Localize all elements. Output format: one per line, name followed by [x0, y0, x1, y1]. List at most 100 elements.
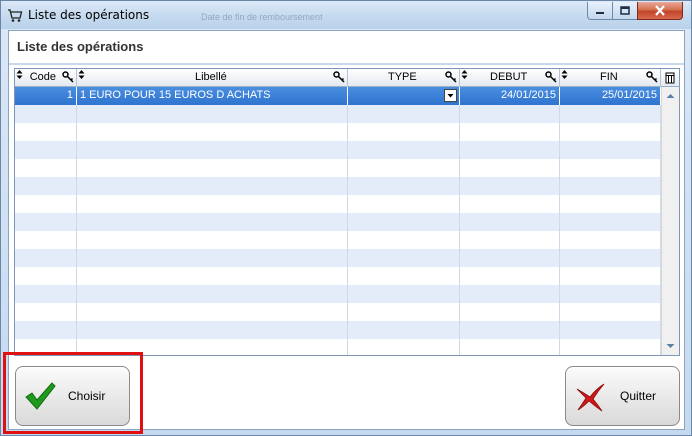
column-label-debut: DEBUT: [490, 71, 528, 83]
search-key-icon[interactable]: [545, 71, 557, 83]
type-dropdown-button[interactable]: [444, 89, 457, 102]
table-row[interactable]: [15, 141, 661, 159]
table-cell: [77, 321, 348, 339]
table-cell: [460, 339, 560, 355]
table-row[interactable]: [15, 231, 661, 249]
sort-icon[interactable]: [561, 70, 568, 79]
table-cell: [77, 249, 348, 267]
table-row[interactable]: [15, 285, 661, 303]
table-cell: [15, 303, 77, 321]
table-row[interactable]: [15, 123, 661, 141]
table-row[interactable]: [15, 159, 661, 177]
table-cell: [15, 123, 77, 141]
table-cell: [460, 321, 560, 339]
maximize-button[interactable]: [612, 2, 638, 20]
column-header-debut[interactable]: DEBUT: [460, 69, 560, 87]
table-cell: [15, 141, 77, 159]
scroll-down-icon: [666, 343, 675, 348]
dropdown-arrow-icon: [447, 94, 454, 98]
maximize-icon: [620, 5, 630, 15]
table-row[interactable]: [15, 267, 661, 285]
table-row[interactable]: 1 1 EURO POUR 15 EUROS D ACHATS 24/01/20…: [15, 87, 661, 105]
column-header-type[interactable]: TYPE: [348, 69, 460, 87]
table-row[interactable]: [15, 177, 661, 195]
column-label-code: Code: [29, 71, 56, 83]
table-cell: [15, 177, 77, 195]
table-cell: [15, 105, 77, 123]
table-cell: [560, 177, 661, 195]
page-title: Liste des opérations: [17, 39, 144, 54]
sort-icon[interactable]: [78, 70, 85, 79]
column-chooser-icon: [665, 72, 675, 84]
table-row[interactable]: [15, 105, 661, 123]
table-cell: [560, 267, 661, 285]
column-header-libelle[interactable]: Libellé: [77, 69, 348, 87]
column-chooser-button[interactable]: [661, 69, 679, 87]
table-cell: [560, 303, 661, 321]
search-key-icon[interactable]: [445, 71, 457, 83]
close-button[interactable]: [637, 2, 683, 20]
scroll-up-icon: [666, 93, 675, 98]
cart-icon: [8, 9, 23, 22]
table-cell: [348, 303, 460, 321]
type-select[interactable]: [348, 87, 460, 105]
search-key-icon[interactable]: [333, 71, 345, 83]
cell-debut: 24/01/2015: [460, 87, 560, 105]
scroll-up-button[interactable]: [662, 87, 679, 104]
background-window-text: Date de fin de remboursement: [201, 12, 323, 22]
search-key-icon[interactable]: [62, 71, 74, 83]
table-cell: [560, 141, 661, 159]
highlight-box: [3, 352, 143, 434]
quitter-label: Quitter: [620, 389, 657, 403]
table-cell: [348, 213, 460, 231]
table-cell: [15, 321, 77, 339]
scroll-down-button[interactable]: [662, 337, 679, 354]
column-header-code[interactable]: Code: [15, 69, 77, 87]
table-header: Code Libellé TYPE DEBUT FIN: [15, 69, 679, 87]
sort-icon[interactable]: [461, 70, 468, 79]
table-cell: [15, 159, 77, 177]
table-row[interactable]: [15, 303, 661, 321]
table-cell: [560, 123, 661, 141]
table-cell: [460, 231, 560, 249]
table-row[interactable]: [15, 195, 661, 213]
table-row[interactable]: [15, 213, 661, 231]
table-cell: [348, 285, 460, 303]
operations-table[interactable]: Code Libellé TYPE DEBUT FIN 1 1 EURO POU…: [14, 68, 680, 356]
minimize-button[interactable]: [587, 2, 613, 20]
table-cell: [348, 177, 460, 195]
table-cell: [348, 339, 460, 355]
table-cell: [15, 195, 77, 213]
cell-code: 1: [15, 87, 77, 105]
table-cell: [560, 213, 661, 231]
cell-fin: 25/01/2015: [560, 87, 661, 105]
table-cell: [348, 195, 460, 213]
table-cell: [15, 213, 77, 231]
table-cell: [560, 159, 661, 177]
close-icon: [655, 5, 665, 16]
minimize-icon: [596, 11, 604, 14]
column-label-type: TYPE: [388, 71, 417, 83]
column-header-fin[interactable]: FIN: [560, 69, 661, 87]
search-key-icon[interactable]: [646, 71, 658, 83]
title-bar[interactable]: Liste des opérations Date de fin de remb…: [1, 1, 691, 29]
sort-icon[interactable]: [16, 70, 23, 79]
table-cell: [348, 141, 460, 159]
table-cell: [460, 267, 560, 285]
table-cell: [460, 159, 560, 177]
table-cell: [348, 231, 460, 249]
table-cell: [348, 249, 460, 267]
cell-libelle: 1 EURO POUR 15 EUROS D ACHATS: [77, 87, 348, 105]
table-row[interactable]: [15, 321, 661, 339]
vertical-scrollbar[interactable]: [661, 87, 679, 355]
table-cell: [348, 267, 460, 285]
table-cell: [77, 267, 348, 285]
table-body: 1 1 EURO POUR 15 EUROS D ACHATS 24/01/20…: [15, 87, 661, 355]
table-row[interactable]: [15, 249, 661, 267]
table-cell: [77, 213, 348, 231]
table-cell: [560, 231, 661, 249]
column-label-fin: FIN: [600, 71, 618, 83]
table-cell: [460, 123, 560, 141]
quitter-button[interactable]: Quitter: [565, 366, 680, 426]
table-cell: [77, 195, 348, 213]
